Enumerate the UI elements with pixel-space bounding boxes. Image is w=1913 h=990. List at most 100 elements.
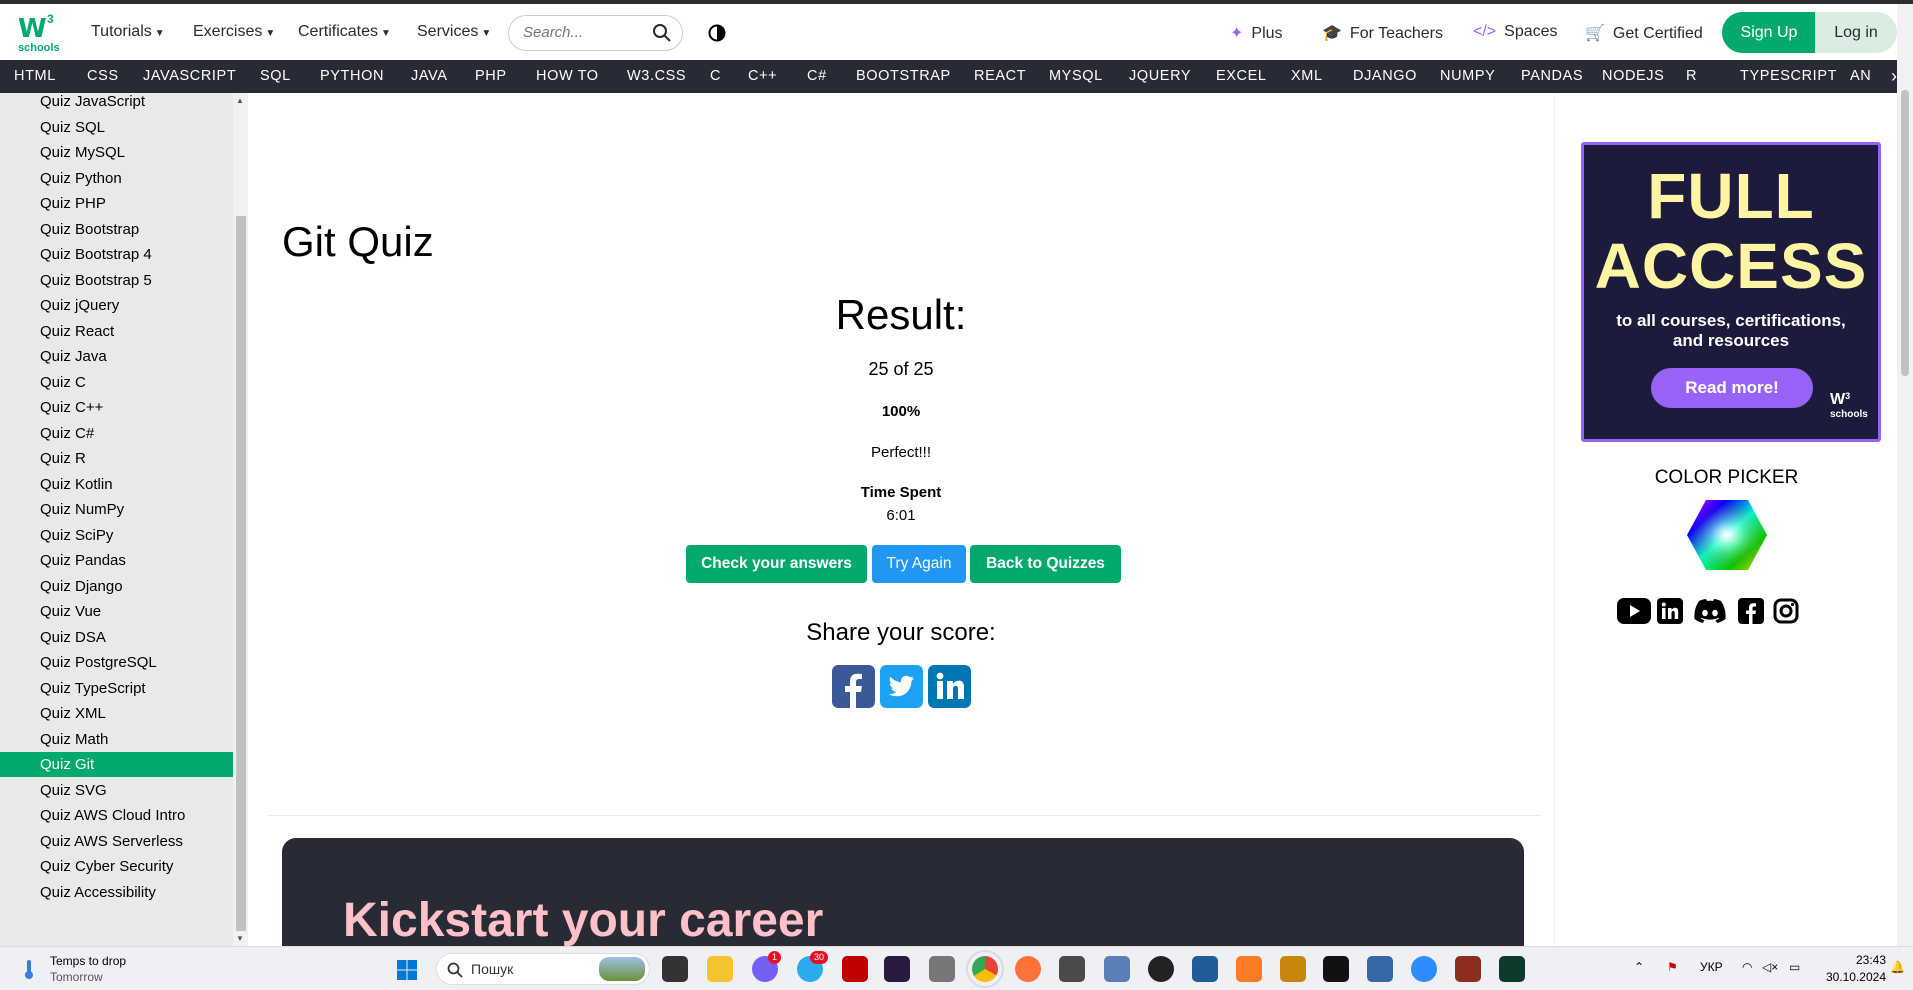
sidebar-item[interactable]: Quiz DSA	[0, 625, 233, 650]
search-input[interactable]	[523, 24, 643, 41]
menu-exercises[interactable]: Exercises ▼	[193, 23, 275, 41]
sidebar-item[interactable]: Quiz NumPy	[0, 497, 233, 522]
sidebar-scrollbar-thumb[interactable]	[236, 216, 246, 931]
topic-link[interactable]: BOOTSTRAP	[856, 68, 951, 84]
linkedin-icon[interactable]	[1657, 598, 1683, 629]
figma-icon[interactable]	[1323, 956, 1349, 982]
sidebar-item[interactable]: Quiz Vue	[0, 599, 233, 624]
tray-chevron-icon[interactable]: ⌃	[1634, 960, 1644, 974]
check-answers-button[interactable]: Check your answers	[686, 545, 867, 583]
topic-link[interactable]: HOW TO	[536, 68, 599, 84]
zoom-icon[interactable]	[1411, 956, 1437, 982]
remote-desktop-icon[interactable]	[1367, 956, 1393, 982]
sidebar-item[interactable]: Quiz TypeScript	[0, 676, 233, 701]
sidebar-item[interactable]: Quiz Bootstrap 4	[0, 242, 233, 267]
sidebar-item[interactable]: Quiz Bootstrap	[0, 217, 233, 242]
sidebar-item[interactable]: Quiz Bootstrap 5	[0, 268, 233, 293]
scroll-up-icon[interactable]: ▲	[236, 96, 244, 105]
sidebar-item[interactable]: Quiz SQL	[0, 115, 233, 140]
topic-link[interactable]: W3.CSS	[627, 68, 686, 84]
taskbar-search[interactable]: Пошук	[436, 953, 650, 985]
topic-link[interactable]: PHP	[475, 68, 507, 84]
sublime-text-icon[interactable]	[1059, 956, 1085, 982]
search-box[interactable]	[508, 15, 683, 51]
battery-icon[interactable]: ▭	[1789, 960, 1800, 974]
wifi-icon[interactable]: ◠	[1742, 960, 1752, 974]
topic-link[interactable]: JAVASCRIPT	[143, 68, 236, 84]
db-tool-icon[interactable]	[1192, 956, 1218, 982]
w3schools-logo[interactable]: W 3 schools	[16, 12, 60, 56]
search-icon[interactable]	[652, 23, 672, 43]
weather-widget[interactable]: Temps to drop Tomorrow	[50, 953, 126, 985]
back-to-quizzes-button[interactable]: Back to Quizzes	[970, 545, 1121, 583]
notification-bell-icon[interactable]: 🔔	[1890, 960, 1905, 974]
topic-link[interactable]: HTML	[14, 68, 56, 84]
menu-services[interactable]: Services ▼	[417, 23, 491, 41]
terminal-icon[interactable]	[1499, 956, 1525, 982]
sidebar-item[interactable]: Quiz C++	[0, 395, 233, 420]
plus-link[interactable]: ✦ Plus	[1230, 23, 1283, 43]
menu-tutorials[interactable]: Tutorials ▼	[91, 23, 165, 41]
sidebar-item[interactable]: Quiz PostgreSQL	[0, 650, 233, 675]
sidebar-item[interactable]: Quiz PHP	[0, 191, 233, 216]
language-indicator[interactable]: УКР	[1700, 960, 1723, 974]
topic-link[interactable]: NUMPY	[1440, 68, 1495, 84]
sidebar-item[interactable]: Quiz JavaScript	[0, 93, 233, 114]
sidebar-item[interactable]: Quiz AWS Serverless	[0, 829, 233, 854]
topic-link[interactable]: AN	[1850, 68, 1871, 84]
sidebar-item[interactable]: Quiz SciPy	[0, 523, 233, 548]
network-app-icon[interactable]	[1104, 956, 1130, 982]
hs-app-icon[interactable]	[1148, 956, 1174, 982]
topic-link[interactable]: JQUERY	[1129, 68, 1191, 84]
sidebar-item[interactable]: Quiz React	[0, 319, 233, 344]
dark-mode-toggle-icon[interactable]	[708, 24, 726, 42]
sidebar-item[interactable]: Quiz Python	[0, 166, 233, 191]
page-scrollbar-thumb[interactable]	[1901, 90, 1909, 376]
youtube-icon[interactable]	[1617, 598, 1651, 629]
filezilla-icon[interactable]	[842, 956, 868, 982]
task-view-icon[interactable]	[662, 956, 688, 982]
sidebar-item[interactable]: Quiz Accessibility	[0, 880, 233, 905]
topic-link[interactable]: SQL	[260, 68, 291, 84]
firefox-icon[interactable]	[1015, 956, 1041, 982]
instagram-icon[interactable]	[1773, 598, 1799, 629]
sidebar-item[interactable]: Quiz Math	[0, 727, 233, 752]
facebook-share-icon[interactable]	[832, 665, 875, 708]
winrar-icon[interactable]	[1455, 956, 1481, 982]
sidebar-item[interactable]: Quiz C	[0, 370, 233, 395]
sidebar-item[interactable]: Quiz Cyber Security	[0, 854, 233, 879]
sidebar-item[interactable]: Quiz XML	[0, 701, 233, 726]
menu-certificates[interactable]: Certificates ▼	[298, 23, 391, 41]
full-access-ad[interactable]: FULL ACCESS to all courses, certificatio…	[1581, 142, 1881, 442]
calculator-icon[interactable]	[929, 956, 955, 982]
sidebar-item[interactable]: Quiz Pandas	[0, 548, 233, 573]
topic-link[interactable]: C++	[748, 68, 777, 84]
postman-icon[interactable]	[1280, 956, 1306, 982]
topic-link[interactable]: C#	[807, 68, 827, 84]
facebook-icon[interactable]	[1738, 598, 1764, 629]
tray-flag-icon[interactable]: ⚑	[1667, 960, 1678, 974]
chrome-icon[interactable]	[966, 950, 1004, 988]
windows-start-icon[interactable]	[396, 959, 418, 981]
xampp-icon[interactable]	[1236, 956, 1262, 982]
log-in-button[interactable]: Log in	[1815, 12, 1897, 53]
sidebar-item[interactable]: Quiz Kotlin	[0, 472, 233, 497]
get-certified-link[interactable]: 🛒 Get Certified	[1585, 23, 1703, 43]
spaces-link[interactable]: </> Spaces	[1473, 23, 1558, 41]
twitter-share-icon[interactable]	[880, 665, 923, 708]
color-picker-hexagon-icon[interactable]	[1686, 498, 1768, 572]
topic-link[interactable]: EXCEL	[1216, 68, 1267, 84]
topic-link[interactable]: C	[710, 68, 721, 84]
sidebar-item[interactable]: Quiz R	[0, 446, 233, 471]
sidebar-item[interactable]: Quiz Django	[0, 574, 233, 599]
topic-link[interactable]: TYPESCRIPT	[1740, 68, 1837, 84]
topic-link[interactable]: CSS	[87, 68, 119, 84]
topic-link[interactable]: DJANGO	[1353, 68, 1417, 84]
sidebar-item[interactable]: Quiz SVG	[0, 778, 233, 803]
for-teachers-link[interactable]: 🎓 For Teachers	[1322, 23, 1443, 43]
sidebar-item[interactable]: Quiz MySQL	[0, 140, 233, 165]
sidebar-item[interactable]: Quiz Git	[0, 752, 233, 777]
topic-link[interactable]: PANDAS	[1521, 68, 1583, 84]
scroll-down-icon[interactable]: ▼	[236, 934, 244, 943]
sidebar-item[interactable]: Quiz jQuery	[0, 293, 233, 318]
